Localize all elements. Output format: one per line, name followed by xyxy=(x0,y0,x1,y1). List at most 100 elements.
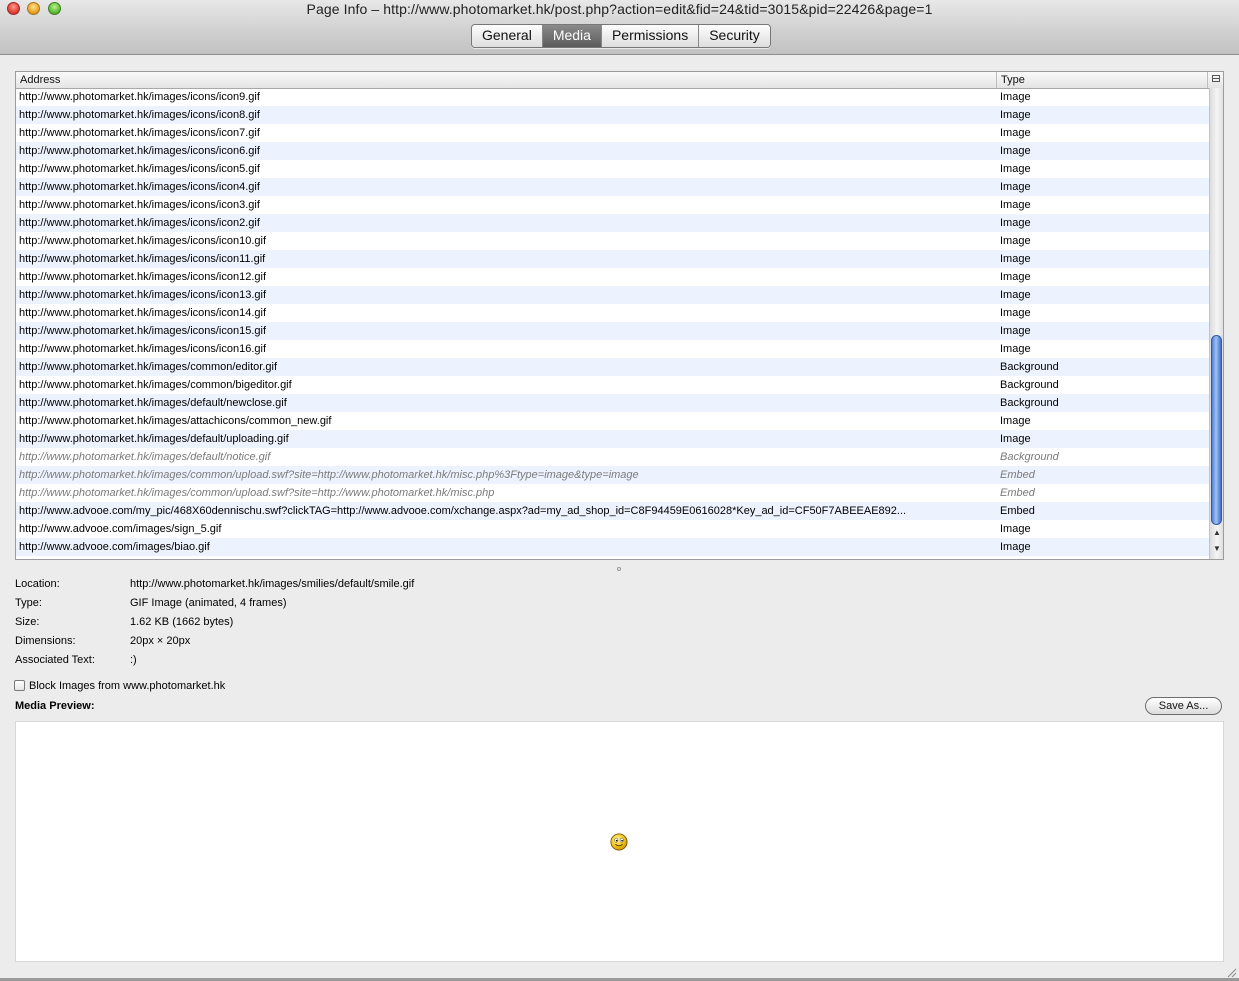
type-value: GIF Image (animated, 4 frames) xyxy=(130,597,287,609)
splitter-handle[interactable] xyxy=(617,567,621,571)
row-type: Embed xyxy=(1000,505,1035,517)
table-row[interactable]: http://www.photomarket.hk/images/icons/i… xyxy=(16,268,1209,286)
row-address: http://www.photomarket.hk/images/common/… xyxy=(19,361,278,373)
row-address: http://www.photomarket.hk/images/icons/i… xyxy=(19,235,267,247)
table-row[interactable]: http://www.photomarket.hk/images/icons/i… xyxy=(16,304,1209,322)
row-type: Image xyxy=(1000,433,1031,445)
table-row[interactable]: http://www.photomarket.hk/images/common/… xyxy=(16,358,1209,376)
row-type: Background xyxy=(1000,397,1059,409)
row-address: http://www.photomarket.hk/images/default… xyxy=(19,451,271,463)
table-row[interactable]: http://www.photomarket.hk/images/icons/i… xyxy=(16,214,1209,232)
table-row[interactable]: http://www.photomarket.hk/images/icons/i… xyxy=(16,160,1209,178)
table-row[interactable]: http://www.photomarket.hk/images/icons/i… xyxy=(16,232,1209,250)
vertical-scrollbar[interactable]: ▲ ▼ xyxy=(1209,88,1223,559)
table-row[interactable]: http://www.photomarket.hk/images/icons/i… xyxy=(16,142,1209,160)
dimensions-label: Dimensions: xyxy=(15,635,76,647)
row-address: http://www.photomarket.hk/images/icons/i… xyxy=(19,127,260,139)
associated-text-label: Associated Text: xyxy=(15,654,95,666)
media-preview xyxy=(15,721,1224,962)
table-row[interactable]: http://www.advooe.com/images/sign_5.gif I… xyxy=(16,520,1209,538)
row-address: http://www.photomarket.hk/images/icons/i… xyxy=(19,163,260,175)
table-row[interactable]: http://www.advooe.com/my_pic/468X60denni… xyxy=(16,502,1209,520)
row-type: Background xyxy=(1000,451,1059,463)
row-type: Image xyxy=(1000,253,1031,265)
table-row[interactable]: http://www.photomarket.hk/images/icons/i… xyxy=(16,196,1209,214)
block-images-label: Block Images from www.photomarket.hk xyxy=(29,680,226,692)
row-type: Image xyxy=(1000,307,1031,319)
resize-grip-icon[interactable] xyxy=(1225,966,1237,978)
block-images-option[interactable]: Block Images from www.photomarket.hk xyxy=(14,678,225,694)
save-as-button[interactable]: Save As... xyxy=(1145,697,1222,715)
row-address: http://www.advooe.com/my_pic/468X60denni… xyxy=(19,505,907,517)
row-address: http://www.photomarket.hk/images/default… xyxy=(19,397,287,409)
tab-media[interactable]: Media xyxy=(542,25,602,47)
table-row[interactable]: http://www.photomarket.hk/images/icons/i… xyxy=(16,250,1209,268)
location-value: http://www.photomarket.hk/images/smilies… xyxy=(130,578,415,590)
column-header-address[interactable]: Address xyxy=(16,72,997,88)
table-row[interactable]: http://www.photomarket.hk/images/icons/i… xyxy=(16,178,1209,196)
row-address: http://www.photomarket.hk/images/icons/i… xyxy=(19,343,267,355)
row-type: Embed xyxy=(1000,487,1035,499)
title-bar: Page Info – http://www.photomarket.hk/po… xyxy=(0,0,1239,55)
table-row[interactable]: http://www.photomarket.hk/images/common/… xyxy=(16,484,1209,502)
table-row[interactable]: http://www.photomarket.hk/images/icons/i… xyxy=(16,322,1209,340)
row-type: Background xyxy=(1000,379,1059,391)
size-label: Size: xyxy=(15,616,40,628)
table-row[interactable]: http://www.photomarket.hk/images/attachi… xyxy=(16,412,1209,430)
row-type: Image xyxy=(1000,415,1031,427)
row-type: Image xyxy=(1000,325,1031,337)
column-header-type[interactable]: Type xyxy=(997,72,1208,88)
row-address: http://www.photomarket.hk/images/common/… xyxy=(19,487,495,499)
media-table[interactable]: Address Type http://www.photomarket.hk/i… xyxy=(15,71,1224,560)
block-images-checkbox[interactable] xyxy=(14,680,25,691)
row-type: Image xyxy=(1000,541,1031,553)
row-address: http://www.advooe.com/images/sign_5.gif xyxy=(19,523,222,535)
row-type: Image xyxy=(1000,271,1031,283)
dimensions-value: 20px × 20px xyxy=(130,635,191,647)
row-address: http://www.photomarket.hk/images/icons/i… xyxy=(19,109,260,121)
row-address: http://www.photomarket.hk/images/icons/i… xyxy=(19,199,260,211)
row-address: http://www.photomarket.hk/images/common/… xyxy=(19,379,292,391)
row-address: http://www.photomarket.hk/images/icons/i… xyxy=(19,181,260,193)
row-type: Background xyxy=(1000,361,1059,373)
table-row[interactable]: http://www.photomarket.hk/images/icons/i… xyxy=(16,106,1209,124)
row-address: http://www.photomarket.hk/images/default… xyxy=(19,433,289,445)
media-preview-label: Media Preview: xyxy=(15,700,95,712)
type-label: Type: xyxy=(15,597,42,609)
row-type: Image xyxy=(1000,181,1031,193)
row-address: http://www.photomarket.hk/images/icons/i… xyxy=(19,145,260,157)
row-type: Image xyxy=(1000,109,1031,121)
table-row[interactable]: http://www.photomarket.hk/images/common/… xyxy=(16,376,1209,394)
row-type: Image xyxy=(1000,145,1031,157)
table-row[interactable]: http://www.photomarket.hk/images/default… xyxy=(16,448,1209,466)
table-row[interactable]: http://www.advooe.com/images/biao.gif Ima… xyxy=(16,538,1209,556)
row-type: Image xyxy=(1000,163,1031,175)
row-address: http://www.photomarket.hk/images/icons/i… xyxy=(19,217,260,229)
tab-permissions[interactable]: Permissions xyxy=(601,25,700,47)
column-picker-icon[interactable] xyxy=(1209,72,1223,88)
row-type: Image xyxy=(1000,127,1031,139)
row-type: Image xyxy=(1000,199,1031,211)
table-row[interactable]: http://www.photomarket.hk/images/icons/i… xyxy=(16,124,1209,142)
scroll-up-icon[interactable]: ▲ xyxy=(1212,528,1222,538)
table-row[interactable]: http://www.photomarket.hk/images/default… xyxy=(16,394,1209,412)
table-row[interactable]: http://www.photomarket.hk/images/icons/i… xyxy=(16,286,1209,304)
row-type: Image xyxy=(1000,217,1031,229)
table-row[interactable]: http://www.photomarket.hk/images/icons/i… xyxy=(16,340,1209,358)
row-address: http://www.photomarket.hk/images/attachi… xyxy=(19,415,332,427)
table-row[interactable]: http://www.photomarket.hk/images/default… xyxy=(16,430,1209,448)
table-row[interactable]: http://www.photomarket.hk/images/icons/i… xyxy=(16,88,1209,106)
window-title: Page Info – http://www.photomarket.hk/po… xyxy=(306,1,933,17)
row-type: Image xyxy=(1000,91,1031,103)
table-row[interactable]: http://www.photomarket.hk/images/common/… xyxy=(16,466,1209,484)
scroll-down-icon[interactable]: ▼ xyxy=(1212,544,1222,554)
location-label: Location: xyxy=(15,578,60,590)
tab-security[interactable]: Security xyxy=(699,25,770,47)
tab-general[interactable]: General xyxy=(472,25,543,47)
row-type: Image xyxy=(1000,235,1031,247)
row-address: http://www.advooe.com/images/biao.gif xyxy=(19,541,210,553)
row-address: http://www.photomarket.hk/images/icons/i… xyxy=(19,271,267,283)
row-type: Image xyxy=(1000,289,1031,301)
row-address: http://www.photomarket.hk/images/icons/i… xyxy=(19,307,267,319)
scrollbar-thumb[interactable] xyxy=(1211,335,1222,525)
